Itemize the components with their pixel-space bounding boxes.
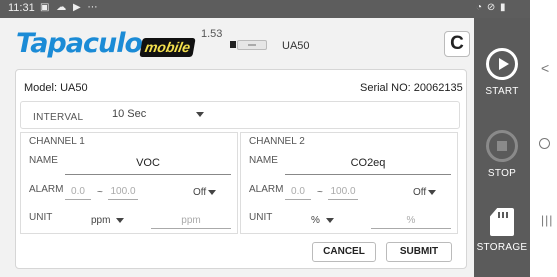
chevron-down-icon <box>428 189 437 195</box>
alarm-min-input[interactable]: 0.0 <box>65 186 91 200</box>
unit-label: UNIT <box>29 212 53 223</box>
action-sidebar: START STOP STORAGE <box>474 18 530 277</box>
status-bar: 11:31 ▣ ☁ ▶ ⋯ ◔ ⊘ ▮ <box>0 0 530 18</box>
logo-brand-text: Tapaculo <box>16 28 143 59</box>
stop-circle-icon <box>486 130 518 162</box>
alarm-min-input[interactable]: 0.0 <box>285 186 311 200</box>
alarm-max-input[interactable]: 100.0 <box>108 186 138 200</box>
play-circle-icon <box>486 48 518 80</box>
alarm-range-separator: ~ <box>317 187 323 198</box>
submit-button[interactable]: SUBMIT <box>386 242 452 262</box>
app-version: 1.53 <box>201 28 223 40</box>
recents-nav-icon[interactable]: ||| <box>541 213 553 227</box>
refresh-button[interactable]: C <box>444 31 470 57</box>
alarm-state-select[interactable]: Off <box>413 187 437 198</box>
alarm-range-separator: ~ <box>97 187 103 198</box>
start-label: START <box>485 86 519 97</box>
channel-2-card: CHANNEL 2 NAME CO2eq ALARM 0.0 ~ 100.0 O… <box>240 132 458 234</box>
chevron-down-icon[interactable] <box>196 112 204 117</box>
system-nav-bar: < ||| <box>530 0 557 277</box>
channel-name-input[interactable]: CO2eq <box>285 157 451 175</box>
alarm-label: ALARM <box>29 184 64 195</box>
usb-logger-icon <box>230 40 268 50</box>
alarm-max-input[interactable]: 100.0 <box>328 186 358 200</box>
unit-label: UNIT <box>249 212 273 223</box>
storage-button[interactable]: STORAGE <box>474 208 530 253</box>
unit-value: ppm <box>91 215 111 226</box>
custom-unit-input[interactable]: % <box>371 215 451 229</box>
cancel-button[interactable]: CANCEL <box>312 242 376 262</box>
channel-1-card: CHANNEL 1 NAME VOC ALARM 0.0 ~ 100.0 Off… <box>20 132 238 234</box>
notification-icons: ▣ ☁ ▶ ⋯ <box>40 2 100 13</box>
logo-mobile-badge: mobile <box>139 38 196 57</box>
custom-unit-input[interactable]: ppm <box>151 215 231 229</box>
storage-label: STORAGE <box>476 242 528 253</box>
app-screen: 11:31 ▣ ☁ ▶ ⋯ ◔ ⊘ ▮ Tapaculo mobile 1.53… <box>0 0 530 277</box>
alarm-state-value: Off <box>193 187 207 198</box>
unit-value: % <box>311 215 320 226</box>
chevron-down-icon <box>116 217 125 223</box>
sd-card-icon <box>490 208 514 236</box>
channel-title: CHANNEL 2 <box>249 136 305 147</box>
stop-button[interactable]: STOP <box>474 130 530 179</box>
interval-select[interactable]: 10 Sec <box>112 108 146 120</box>
system-status-icons: ◔ ⊘ ▮ <box>476 2 507 13</box>
interval-row: INTERVAL 10 Sec <box>20 101 460 129</box>
name-label: NAME <box>29 155 58 166</box>
stop-label: STOP <box>487 168 517 179</box>
status-time: 11:31 <box>8 2 35 14</box>
unit-select[interactable]: ppm <box>91 215 125 226</box>
alarm-state-value: Off <box>413 187 427 198</box>
start-button[interactable]: START <box>474 48 530 97</box>
device-label: UA50 <box>282 40 310 52</box>
interval-label: INTERVAL <box>33 112 84 123</box>
model-text: Model: UA50 <box>24 82 88 94</box>
home-nav-icon[interactable] <box>539 138 550 149</box>
alarm-label: ALARM <box>249 184 284 195</box>
chevron-down-icon <box>325 217 334 223</box>
chevron-down-icon <box>208 189 217 195</box>
name-label: NAME <box>249 155 278 166</box>
serial-number-text: Serial NO: 20062135 <box>360 82 463 94</box>
unit-select[interactable]: % <box>311 215 334 226</box>
channel-title: CHANNEL 1 <box>29 136 85 147</box>
channel-name-input[interactable]: VOC <box>65 157 231 175</box>
back-nav-icon[interactable]: < <box>541 60 549 76</box>
alarm-state-select[interactable]: Off <box>193 187 217 198</box>
refresh-icon: C <box>450 33 464 54</box>
settings-panel: Model: UA50 Serial NO: 20062135 INTERVAL… <box>15 69 467 269</box>
